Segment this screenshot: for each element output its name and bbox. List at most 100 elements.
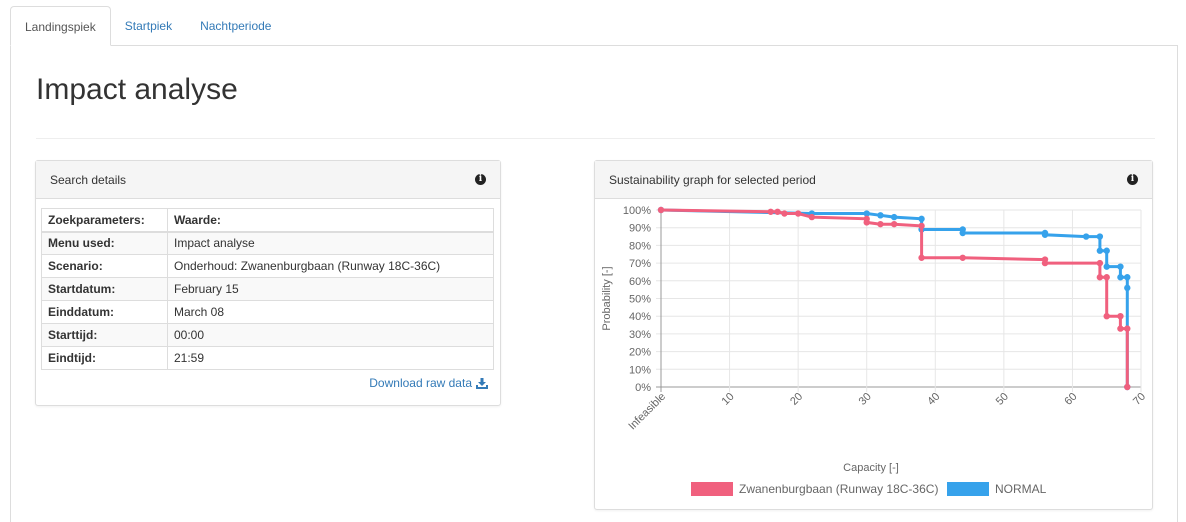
tab-startpiek[interactable]: Startpiek <box>111 6 186 46</box>
data-point <box>774 208 781 215</box>
search-details-panel: Search details i Zoekparameters: Waarde:… <box>35 160 501 406</box>
row-value: February 15 <box>167 277 494 301</box>
data-point <box>781 210 788 217</box>
data-point <box>959 254 966 261</box>
data-point <box>1103 313 1110 320</box>
data-point <box>1117 325 1124 332</box>
search-details-table: Zoekparameters: Waarde: Menu used: Impac… <box>41 208 494 370</box>
x-tick-label: 40 <box>925 391 942 408</box>
info-icon[interactable]: i <box>475 174 486 185</box>
table-row: Starttijd: 00:00 <box>41 323 494 347</box>
data-point <box>1041 231 1049 238</box>
column-header-value: Waarde: <box>167 208 494 233</box>
tab-landingspiek[interactable]: Landingspiek <box>10 6 111 46</box>
legend-label: Zwanenburgbaan (Runway 18C-36C) <box>739 482 938 496</box>
data-point <box>918 222 925 230</box>
y-tick-label: 60% <box>629 276 651 288</box>
row-key: Einddatum: <box>41 300 168 324</box>
table-row: Eindtijd: 21:59 <box>41 346 494 370</box>
data-point <box>1082 233 1090 240</box>
y-tick-label: 0% <box>635 382 651 394</box>
x-tick-label: 10 <box>720 391 737 408</box>
graph-heading: Sustainability graph for selected period… <box>595 161 1152 199</box>
data-point <box>918 254 925 261</box>
row-value: Impact analyse <box>167 231 494 255</box>
data-point <box>918 215 925 223</box>
info-icon[interactable]: i <box>1127 174 1138 185</box>
data-point <box>1124 383 1131 391</box>
y-tick-label: 50% <box>629 294 651 306</box>
row-value: 00:00 <box>167 323 494 347</box>
data-point <box>1124 325 1131 332</box>
download-icon <box>476 377 488 389</box>
legend-swatch <box>691 482 733 496</box>
data-point <box>890 220 898 228</box>
x-tick-label: 70 <box>1131 391 1148 408</box>
tab-nachtperiode[interactable]: Nachtperiode <box>186 6 285 46</box>
y-tick-label: 70% <box>629 258 651 270</box>
data-point <box>1041 259 1049 267</box>
y-tick-label: 20% <box>629 347 651 359</box>
table-row: Startdatum: February 15 <box>41 277 494 301</box>
data-point <box>959 229 966 237</box>
data-point <box>794 210 802 217</box>
x-tick-label: 50 <box>994 391 1011 408</box>
panel-title: Sustainability graph for selected period <box>609 172 816 187</box>
row-key: Eindtijd: <box>41 346 168 370</box>
data-point <box>1103 263 1110 270</box>
data-point <box>1096 259 1104 267</box>
table-row: Menu used: Impact analyse <box>41 231 494 255</box>
legend-label: NORMAL <box>995 482 1047 496</box>
row-value: Onderhoud: Zwanenburgbaan (Runway 18C-36… <box>167 254 494 278</box>
data-point <box>767 208 774 215</box>
legend-swatch <box>947 482 989 496</box>
sustainability-graph-panel: Sustainability graph for selected period… <box>594 160 1153 510</box>
data-point <box>890 213 898 221</box>
divider <box>36 138 1155 139</box>
panel-title: Search details <box>50 172 127 187</box>
x-tick-label: 30 <box>857 391 874 408</box>
row-key: Starttijd: <box>41 323 168 347</box>
data-point <box>1096 274 1104 281</box>
page-title: Impact analyse <box>36 73 238 106</box>
sustainability-chart: 0% 10% 20% 30% 40% 50% 60% 70% 80% 90% 100% Infeasi… <box>601 205 1148 496</box>
y-tick-label: 40% <box>629 311 651 323</box>
data-point <box>1124 274 1131 281</box>
data-point <box>877 220 884 228</box>
row-key: Scenario: <box>41 254 168 278</box>
data-point <box>1117 274 1124 281</box>
y-tick-label: 30% <box>629 329 651 341</box>
y-tick-label: 80% <box>629 240 651 252</box>
x-tick-label: 20 <box>788 391 805 408</box>
row-value: 21:59 <box>167 346 494 370</box>
x-axis-label: Capacity [-] <box>843 462 899 474</box>
data-point <box>1117 313 1124 320</box>
data-point <box>1096 247 1104 254</box>
row-value: March 08 <box>167 300 494 324</box>
column-header-key: Zoekparameters: <box>41 208 168 233</box>
table-row: Scenario: Onderhoud: Zwanenburgbaan (Run… <box>41 254 494 278</box>
x-tick-label: 60 <box>1062 391 1079 408</box>
data-point <box>1117 263 1124 270</box>
table-row: Einddatum: March 08 <box>41 300 494 324</box>
y-axis-label: Probability [-] <box>601 266 613 330</box>
data-point <box>1096 233 1104 240</box>
y-tick-label: 100% <box>623 205 651 217</box>
data-point <box>657 206 665 214</box>
row-key: Menu used: <box>41 231 168 255</box>
data-point <box>808 213 816 221</box>
table-header-row: Zoekparameters: Waarde: <box>41 208 494 233</box>
y-tick-label: 90% <box>629 223 651 235</box>
data-point <box>1103 247 1110 254</box>
tab-bar: Landingspiek Startpiek Nachtperiode <box>10 6 285 46</box>
search-details-heading: Search details i <box>36 161 500 199</box>
y-tick-label: 10% <box>629 364 651 376</box>
data-point <box>863 219 870 226</box>
download-raw-data-link[interactable]: Download raw data <box>369 376 488 390</box>
download-label: Download raw data <box>369 376 472 390</box>
data-point <box>877 212 884 219</box>
data-point <box>1103 274 1110 281</box>
row-key: Startdatum: <box>41 277 168 301</box>
data-point <box>1124 284 1131 292</box>
x-tick-label: Infeasible <box>626 391 668 433</box>
